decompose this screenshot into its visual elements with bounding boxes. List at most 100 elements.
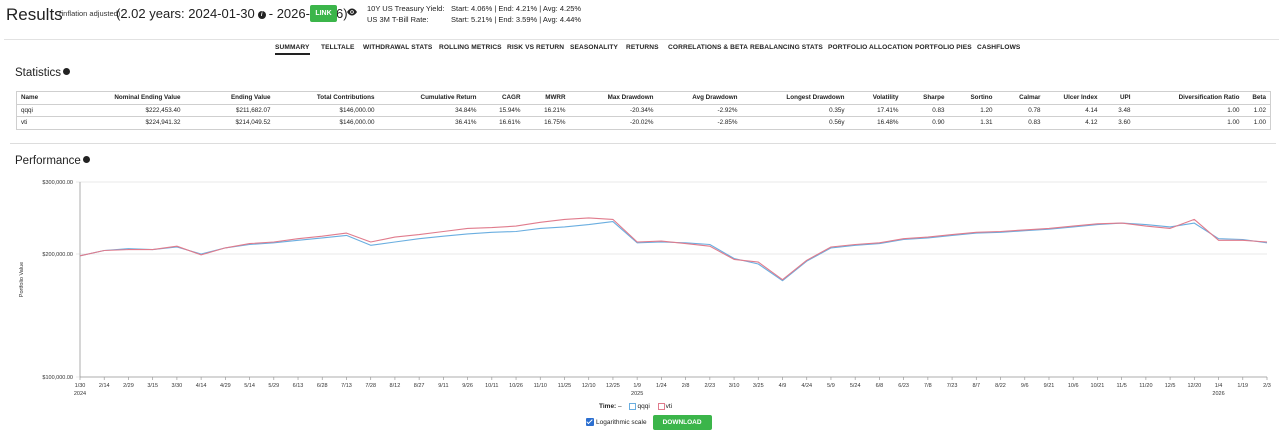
x-tick-label: 11/5 xyxy=(1117,383,1127,389)
cell: 1.00 xyxy=(1134,116,1244,130)
cell: 0.35y xyxy=(741,104,849,117)
tab-portfolio-pies[interactable]: PORTFOLIO PIES xyxy=(915,44,972,51)
y-tick-label: $300,000.00 xyxy=(42,180,73,186)
x-tick-label: 4/14 xyxy=(196,383,207,389)
chart-legend: Time: – qqqi vti xyxy=(599,403,672,410)
cell: 1.31 xyxy=(948,116,997,130)
y-tick-label: $200,000.00 xyxy=(42,252,73,258)
cell: 0.78 xyxy=(996,104,1045,117)
x-tick-label: 12/5 xyxy=(1165,383,1176,389)
col-header[interactable]: CAGR xyxy=(480,91,525,105)
rates-info: 10Y US Treasury Yield: Start: 4.06% | End… xyxy=(367,4,581,25)
col-header[interactable]: Beta xyxy=(1243,91,1271,105)
col-header[interactable]: Avg Drawdown xyxy=(657,91,742,105)
eye-icon[interactable] xyxy=(346,8,358,16)
col-header[interactable]: Ending Value xyxy=(184,91,275,105)
legend-time-label: Time: xyxy=(599,403,617,411)
cell: 34.84% xyxy=(378,104,481,117)
col-header[interactable]: Sharpe xyxy=(902,91,949,105)
x-tick-label: 12/25 xyxy=(606,383,620,389)
x-tick-label: 8/22 xyxy=(995,383,1006,389)
cell: -20.34% xyxy=(569,104,658,117)
statistics-title-text: Statistics xyxy=(15,67,62,79)
col-header[interactable]: Nominal Ending Value xyxy=(68,91,185,105)
tab-cashflows[interactable]: CASHFLOWS xyxy=(977,44,1020,51)
x-tick-label: 11/10 xyxy=(534,383,547,389)
tab-rolling-metrics[interactable]: ROLLING METRICS xyxy=(439,44,502,51)
col-header[interactable]: Total Contributions xyxy=(274,91,379,105)
tab-risk-vs-return[interactable]: RISK VS RETURN xyxy=(507,44,564,51)
log-scale-checkbox[interactable] xyxy=(586,417,594,426)
tbill-label: US 3M T-Bill Rate: xyxy=(367,14,429,24)
download-button[interactable]: DOWNLOAD xyxy=(652,415,712,430)
x-tick-label: 5/29 xyxy=(268,383,279,389)
tab-withdrawal-stats[interactable]: WITHDRAWAL STATS xyxy=(363,44,432,51)
cell: 4.14 xyxy=(1044,104,1102,117)
x-tick-label: 9/6 xyxy=(1021,383,1029,389)
col-header[interactable]: MWRR xyxy=(524,91,570,105)
cell: 0.83 xyxy=(902,104,949,117)
x-tick-label: 10/21 xyxy=(1091,383,1105,389)
log-scale-label[interactable]: Logarithmic scale xyxy=(596,419,647,426)
legend-swatch-qqqi[interactable] xyxy=(629,403,637,410)
results-tabs: SUMMARY TELLTALE WITHDRAWAL STATS ROLLIN… xyxy=(4,39,1279,55)
section-divider xyxy=(10,143,1276,144)
x-tick-label: 10/26 xyxy=(509,383,523,389)
cell: 1.02 xyxy=(1243,104,1271,117)
x-tick-label: 5/24 xyxy=(850,383,861,389)
tab-rebalancing-stats[interactable]: REBALANCING STATS xyxy=(750,44,823,51)
x-tick-label: 11/25 xyxy=(558,383,571,389)
x-year-label: 2024 xyxy=(74,391,86,397)
x-tick-label: 1/19 xyxy=(1237,383,1248,389)
cell: 0.56y xyxy=(741,116,849,130)
treasury-values: Start: 4.06% | End: 4.21% | Avg: 4.25% xyxy=(451,4,582,13)
info-icon[interactable] xyxy=(63,68,71,76)
tab-portfolio-allocation[interactable]: PORTFOLIO ALLOCATION xyxy=(828,44,913,51)
legend-label-qqqi[interactable]: qqqi xyxy=(637,403,649,410)
tab-seasonality[interactable]: SEASONALITY xyxy=(570,44,618,51)
performance-chart[interactable]: $300,000.00 $200,000.00 $100,000.00 Portfol… xyxy=(0,170,1279,405)
info-icon[interactable]: i xyxy=(257,10,266,19)
x-tick-label: 5/14 xyxy=(244,383,255,389)
col-header[interactable]: Diversification Ratio xyxy=(1134,91,1244,105)
col-header[interactable]: Longest Drawdown xyxy=(741,91,849,105)
cell: -2.92% xyxy=(657,104,742,117)
tab-returns[interactable]: RETURNS xyxy=(626,44,659,51)
col-header[interactable]: Calmar xyxy=(996,91,1045,105)
tab-telltale[interactable]: TELLTALE xyxy=(321,44,355,51)
cell: 16.21% xyxy=(524,104,570,117)
col-header[interactable]: Cumulative Return xyxy=(378,91,481,105)
col-header[interactable]: Ulcer Index xyxy=(1044,91,1102,105)
x-tick-label: 10/6 xyxy=(1068,383,1079,389)
link-button[interactable]: LINK xyxy=(310,5,337,22)
cell: 16.61% xyxy=(480,116,525,130)
x-tick-label: 7/8 xyxy=(924,383,932,389)
inflation-note: (inflation adjusted) xyxy=(59,9,121,18)
x-tick-label: 2/3 xyxy=(1263,383,1271,389)
col-header[interactable]: UPI xyxy=(1101,91,1135,105)
tab-correlations-beta[interactable]: CORRELATIONS & BETA xyxy=(668,44,748,51)
col-header[interactable]: Volatility xyxy=(848,91,903,105)
legend-label-vti[interactable]: vti xyxy=(666,403,673,410)
cell: $211,682.07 xyxy=(184,104,275,117)
cell: 0.90 xyxy=(902,116,949,130)
col-header[interactable]: Max Drawdown xyxy=(569,91,658,105)
cell: 4.12 xyxy=(1044,116,1102,130)
chart-controls: Logarithmic scale DOWNLOAD xyxy=(586,415,712,430)
table-row: qqqi $222,453.40 $211,682.07 $146,000.00… xyxy=(16,104,1271,117)
x-tick-label: 7/23 xyxy=(947,383,958,389)
cell: 1.00 xyxy=(1134,104,1244,117)
x-tick-label: 4/29 xyxy=(220,383,231,389)
col-header[interactable]: Name xyxy=(16,91,69,105)
x-year-label: 2026 xyxy=(1212,391,1224,397)
cell: 36.41% xyxy=(378,116,481,130)
tab-summary[interactable]: SUMMARY xyxy=(275,44,310,55)
x-tick-label: 3/10 xyxy=(729,383,740,389)
col-header[interactable]: Sortino xyxy=(948,91,997,105)
legend-swatch-vti[interactable] xyxy=(657,403,665,410)
cell: 3.48 xyxy=(1101,104,1135,117)
info-icon[interactable] xyxy=(82,156,90,164)
x-tick-label: 7/13 xyxy=(341,383,352,389)
x-tick-label: 1/24 xyxy=(656,383,667,389)
legend-time-dash: – xyxy=(618,403,622,411)
